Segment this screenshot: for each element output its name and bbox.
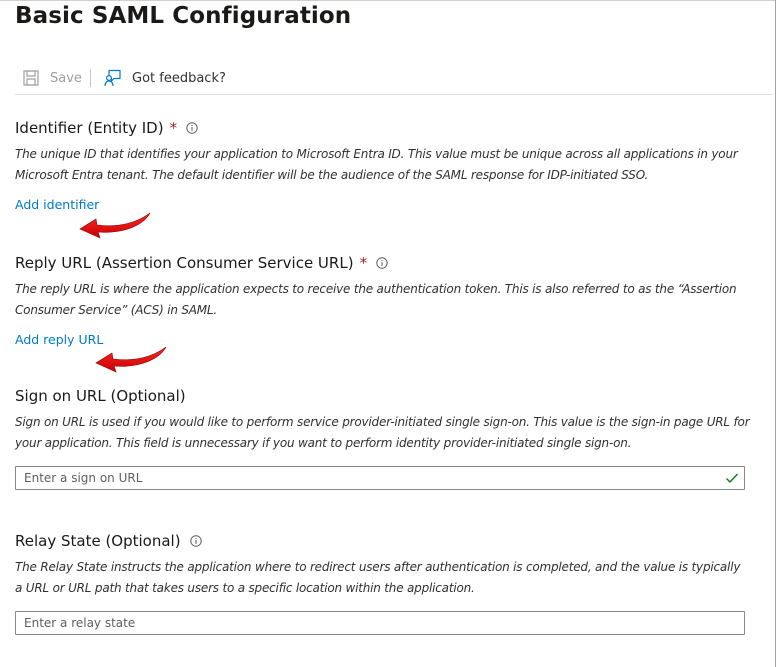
feedback-button[interactable]: Got feedback? [104,66,226,90]
reply-url-heading: Reply URL (Assertion Consumer Service UR… [15,253,750,273]
feedback-icon [104,69,122,87]
save-button[interactable]: Save [22,66,82,90]
relay-state-section: Relay State (Optional) The Relay State i… [15,531,750,599]
save-icon [22,69,40,87]
info-icon[interactable] [376,257,388,269]
page-title: Basic SAML Configuration [15,3,352,29]
sign-on-url-description: Sign on URL is used if you would like to… [15,415,750,450]
feedback-label: Got feedback? [132,70,226,86]
annotation-arrow-icon [95,346,167,373]
save-label: Save [50,70,82,86]
reply-url-section: Reply URL (Assertion Consumer Service UR… [15,253,750,348]
sign-on-url-section: Sign on URL (Optional) Sign on URL is us… [15,386,750,454]
identifier-title: Identifier (Entity ID) [15,119,164,137]
toolbar-divider [90,69,91,87]
reply-url-description: The reply URL is where the application e… [15,282,737,317]
sign-on-url-field[interactable] [15,466,745,490]
identifier-heading: Identifier (Entity ID) * [15,118,750,138]
info-icon[interactable] [189,535,202,547]
sign-on-url-input[interactable] [16,471,712,485]
sign-on-url-title: Sign on URL (Optional) [15,387,186,405]
info-icon[interactable] [186,122,198,134]
required-marker: * [169,119,178,137]
identifier-description: The unique ID that identifies your appli… [15,147,738,182]
checkmark-icon [725,470,739,484]
annotation-arrow-icon [79,212,151,239]
relay-state-title: Relay State (Optional) [15,532,181,550]
required-marker: * [359,254,368,272]
relay-state-heading: Relay State (Optional) [15,531,750,551]
reply-url-title: Reply URL (Assertion Consumer Service UR… [15,254,354,272]
command-bar: Save Got feedback? [15,66,773,95]
relay-state-description: The Relay State instructs the applicatio… [15,560,741,595]
relay-state-input[interactable] [16,616,712,630]
relay-state-field[interactable] [15,611,745,635]
identifier-section: Identifier (Entity ID) * The unique ID t… [15,118,750,213]
sign-on-url-heading: Sign on URL (Optional) [15,386,750,406]
window-top-border [0,0,776,1]
